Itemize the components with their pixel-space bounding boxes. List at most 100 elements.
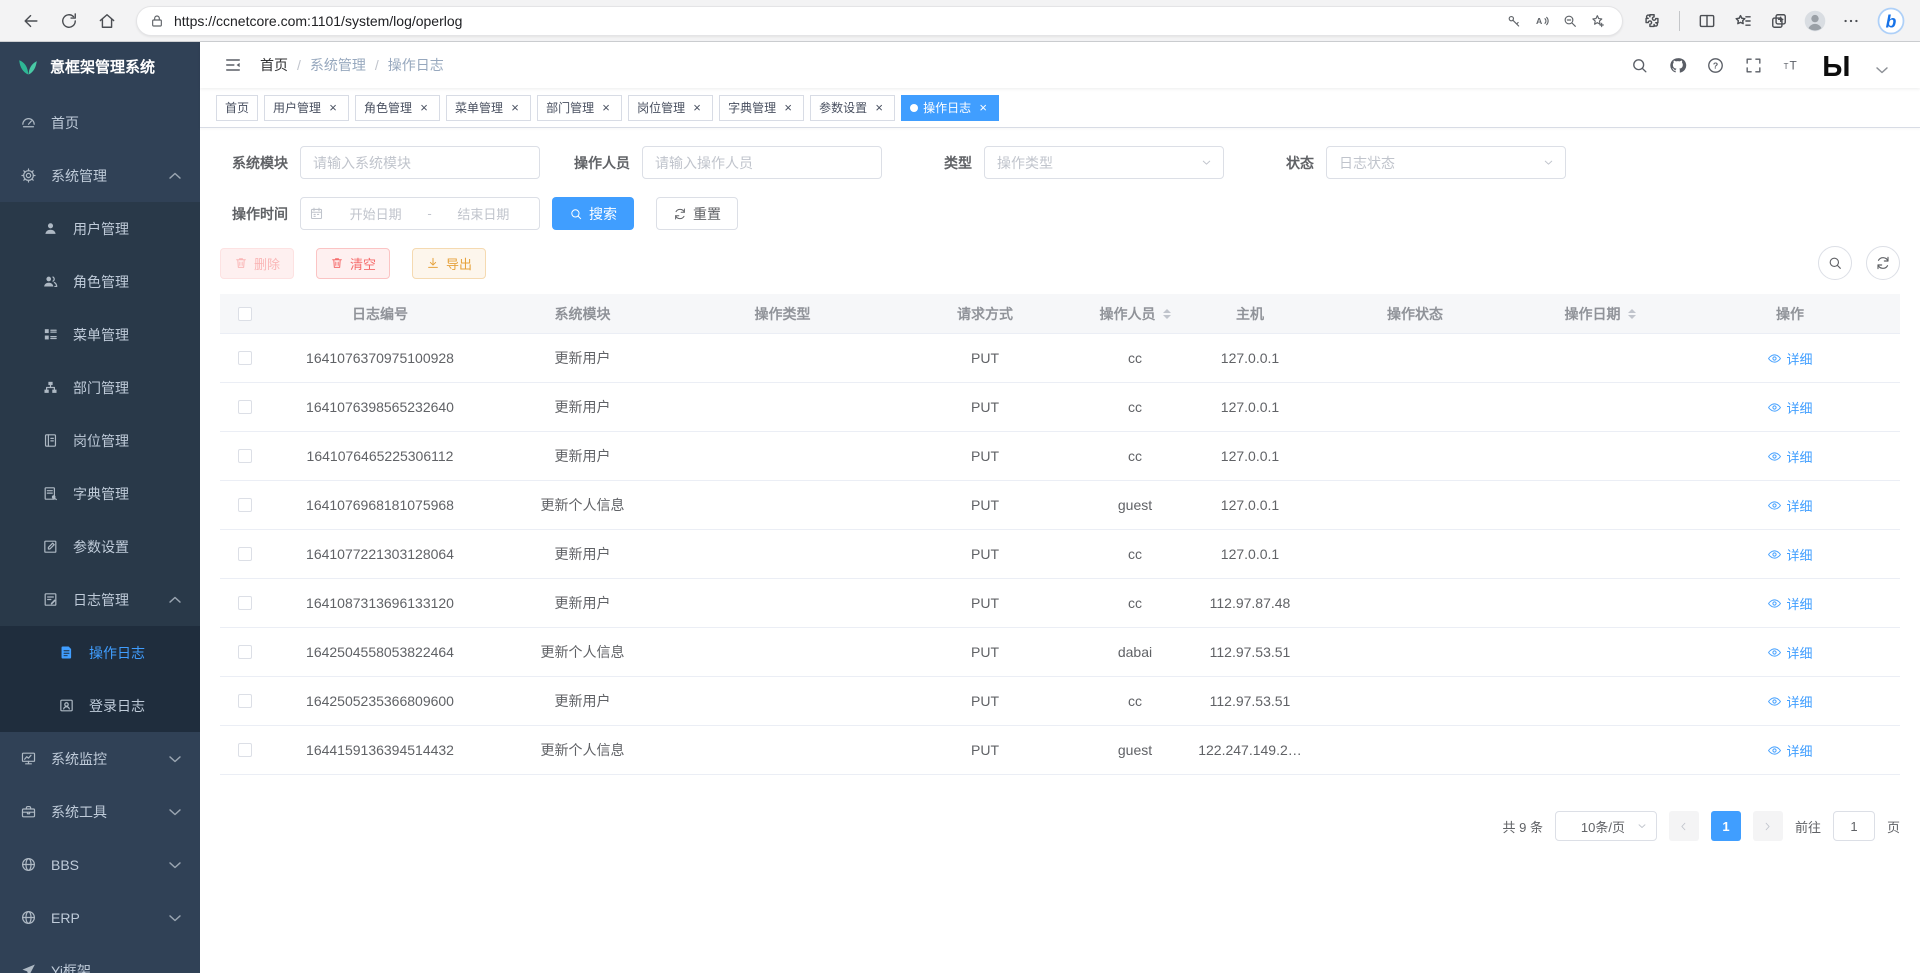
browser-profile-avatar[interactable]: [1798, 4, 1832, 38]
detail-link[interactable]: 详细: [1767, 643, 1812, 662]
detail-link[interactable]: 详细: [1767, 692, 1812, 711]
type-select[interactable]: 操作类型: [984, 146, 1224, 179]
tab-操作日志[interactable]: 操作日志 ×: [901, 95, 999, 121]
app-logo[interactable]: 意框架管理系统: [0, 42, 200, 90]
show-search-button[interactable]: [1818, 246, 1852, 280]
tab-close-icon[interactable]: ×: [781, 101, 795, 115]
tab-close-icon[interactable]: ×: [417, 101, 431, 115]
tab-close-icon[interactable]: ×: [326, 101, 340, 115]
add-favorite-icon[interactable]: [1584, 7, 1612, 35]
search-button[interactable]: 搜索: [552, 197, 634, 230]
table-header-row: 日志编号 系统模块 操作类型 请求方式 操作人员 主机 操作状态 操作日期 操作: [220, 294, 1900, 334]
goto-page-input[interactable]: [1833, 811, 1875, 841]
password-key-icon[interactable]: [1500, 7, 1528, 35]
sidebar-item-system-mgmt[interactable]: 系统管理: [0, 149, 200, 202]
date-range-input[interactable]: 开始日期 - 结束日期: [300, 197, 540, 230]
sidebar-item-erp[interactable]: ERP: [0, 891, 200, 944]
favorites-icon[interactable]: [1726, 4, 1760, 38]
detail-link[interactable]: 详细: [1767, 741, 1812, 760]
detail-link[interactable]: 详细: [1767, 447, 1812, 466]
sidebar-item-home[interactable]: 首页: [0, 96, 200, 149]
user-avatar-logo[interactable]: [1820, 47, 1864, 83]
zoom-out-icon[interactable]: [1556, 7, 1584, 35]
sidebar-item-system-monitor[interactable]: 系统监控: [0, 732, 200, 785]
collections-icon[interactable]: [1762, 4, 1796, 38]
sidebar-item-menu-mgmt[interactable]: 菜单管理: [0, 308, 200, 361]
detail-link[interactable]: 详细: [1767, 545, 1812, 564]
sidebar-item-post-mgmt[interactable]: 岗位管理: [0, 414, 200, 467]
clear-button[interactable]: 清空: [316, 248, 390, 279]
tab-字典管理[interactable]: 字典管理 ×: [719, 95, 804, 121]
sidebar-item-bbs[interactable]: BBS: [0, 838, 200, 891]
module-input[interactable]: [300, 146, 540, 179]
read-aloud-icon[interactable]: [1528, 7, 1556, 35]
row-checkbox[interactable]: [238, 596, 252, 610]
help-icon[interactable]: [1700, 50, 1730, 80]
browser-home-button[interactable]: [90, 4, 124, 38]
tab-岗位管理[interactable]: 岗位管理 ×: [628, 95, 713, 121]
tab-首页[interactable]: 首页: [216, 95, 258, 121]
sidebar-item-dict-mgmt[interactable]: 字典管理: [0, 467, 200, 520]
extensions-icon[interactable]: [1635, 4, 1669, 38]
reset-button[interactable]: 重置: [656, 197, 738, 230]
detail-link[interactable]: 详细: [1767, 496, 1812, 515]
breadcrumb-home[interactable]: 首页: [260, 55, 288, 75]
detail-link[interactable]: 详细: [1767, 594, 1812, 613]
operator-input[interactable]: [642, 146, 882, 179]
split-screen-icon[interactable]: [1690, 4, 1724, 38]
url-text[interactable]: https://ccnetcore.com:1101/system/log/op…: [174, 13, 1500, 29]
sidebar-item-role-mgmt[interactable]: 角色管理: [0, 255, 200, 308]
tab-close-icon[interactable]: ×: [690, 101, 704, 115]
export-button[interactable]: 导出: [412, 248, 486, 279]
browser-reload-button[interactable]: [52, 4, 86, 38]
github-icon[interactable]: [1662, 50, 1692, 80]
prev-page-button[interactable]: [1669, 811, 1699, 841]
sidebar-item-user-mgmt[interactable]: 用户管理: [0, 202, 200, 255]
sidebar-item-yi-framework[interactable]: Yi框架: [0, 944, 200, 973]
text-size-icon[interactable]: [1776, 50, 1806, 80]
tab-close-icon[interactable]: ×: [976, 101, 990, 115]
row-checkbox[interactable]: [238, 645, 252, 659]
tab-参数设置[interactable]: 参数设置 ×: [810, 95, 895, 121]
sidebar-item-login-log[interactable]: 登录日志: [0, 679, 200, 732]
tab-close-icon[interactable]: ×: [599, 101, 613, 115]
address-bar[interactable]: https://ccnetcore.com:1101/system/log/op…: [136, 6, 1623, 36]
delete-button[interactable]: 删除: [220, 248, 294, 279]
row-checkbox[interactable]: [238, 351, 252, 365]
row-checkbox[interactable]: [238, 743, 252, 757]
refresh-table-button[interactable]: [1866, 246, 1900, 280]
row-checkbox[interactable]: [238, 694, 252, 708]
tab-菜单管理[interactable]: 菜单管理 ×: [446, 95, 531, 121]
status-select[interactable]: 日志状态: [1326, 146, 1566, 179]
page-size-select[interactable]: 10条/页: [1555, 811, 1657, 841]
row-checkbox[interactable]: [238, 400, 252, 414]
copilot-icon[interactable]: [1876, 6, 1906, 36]
sort-caret-icon[interactable]: [1628, 309, 1636, 319]
sidebar-item-param-settings[interactable]: 参数设置: [0, 520, 200, 573]
row-checkbox[interactable]: [238, 449, 252, 463]
sidebar-item-system-tools[interactable]: 系统工具: [0, 785, 200, 838]
fullscreen-icon[interactable]: [1738, 50, 1768, 80]
sidebar-item-log-mgmt[interactable]: 日志管理: [0, 573, 200, 626]
detail-link[interactable]: 详细: [1767, 349, 1812, 368]
next-page-button[interactable]: [1753, 811, 1783, 841]
sidebar-item-oper-log[interactable]: 操作日志: [0, 626, 200, 679]
tab-用户管理[interactable]: 用户管理 ×: [264, 95, 349, 121]
select-all-checkbox[interactable]: [238, 307, 252, 321]
browser-back-button[interactable]: [14, 4, 48, 38]
header-search-icon[interactable]: [1624, 50, 1654, 80]
tab-close-icon[interactable]: ×: [872, 101, 886, 115]
sidebar-item-dept-mgmt[interactable]: 部门管理: [0, 361, 200, 414]
current-page-button[interactable]: 1: [1711, 811, 1741, 841]
row-checkbox[interactable]: [238, 547, 252, 561]
row-checkbox[interactable]: [238, 498, 252, 512]
detail-link[interactable]: 详细: [1767, 398, 1812, 417]
avatar-caret-down-icon[interactable]: [1872, 60, 1892, 80]
tab-角色管理[interactable]: 角色管理 ×: [355, 95, 440, 121]
hamburger-icon[interactable]: [216, 48, 250, 82]
browser-menu-icon[interactable]: [1834, 4, 1868, 38]
breadcrumb-system[interactable]: 系统管理: [310, 55, 366, 75]
sort-caret-icon[interactable]: [1163, 309, 1171, 319]
tab-部门管理[interactable]: 部门管理 ×: [537, 95, 622, 121]
tab-close-icon[interactable]: ×: [508, 101, 522, 115]
